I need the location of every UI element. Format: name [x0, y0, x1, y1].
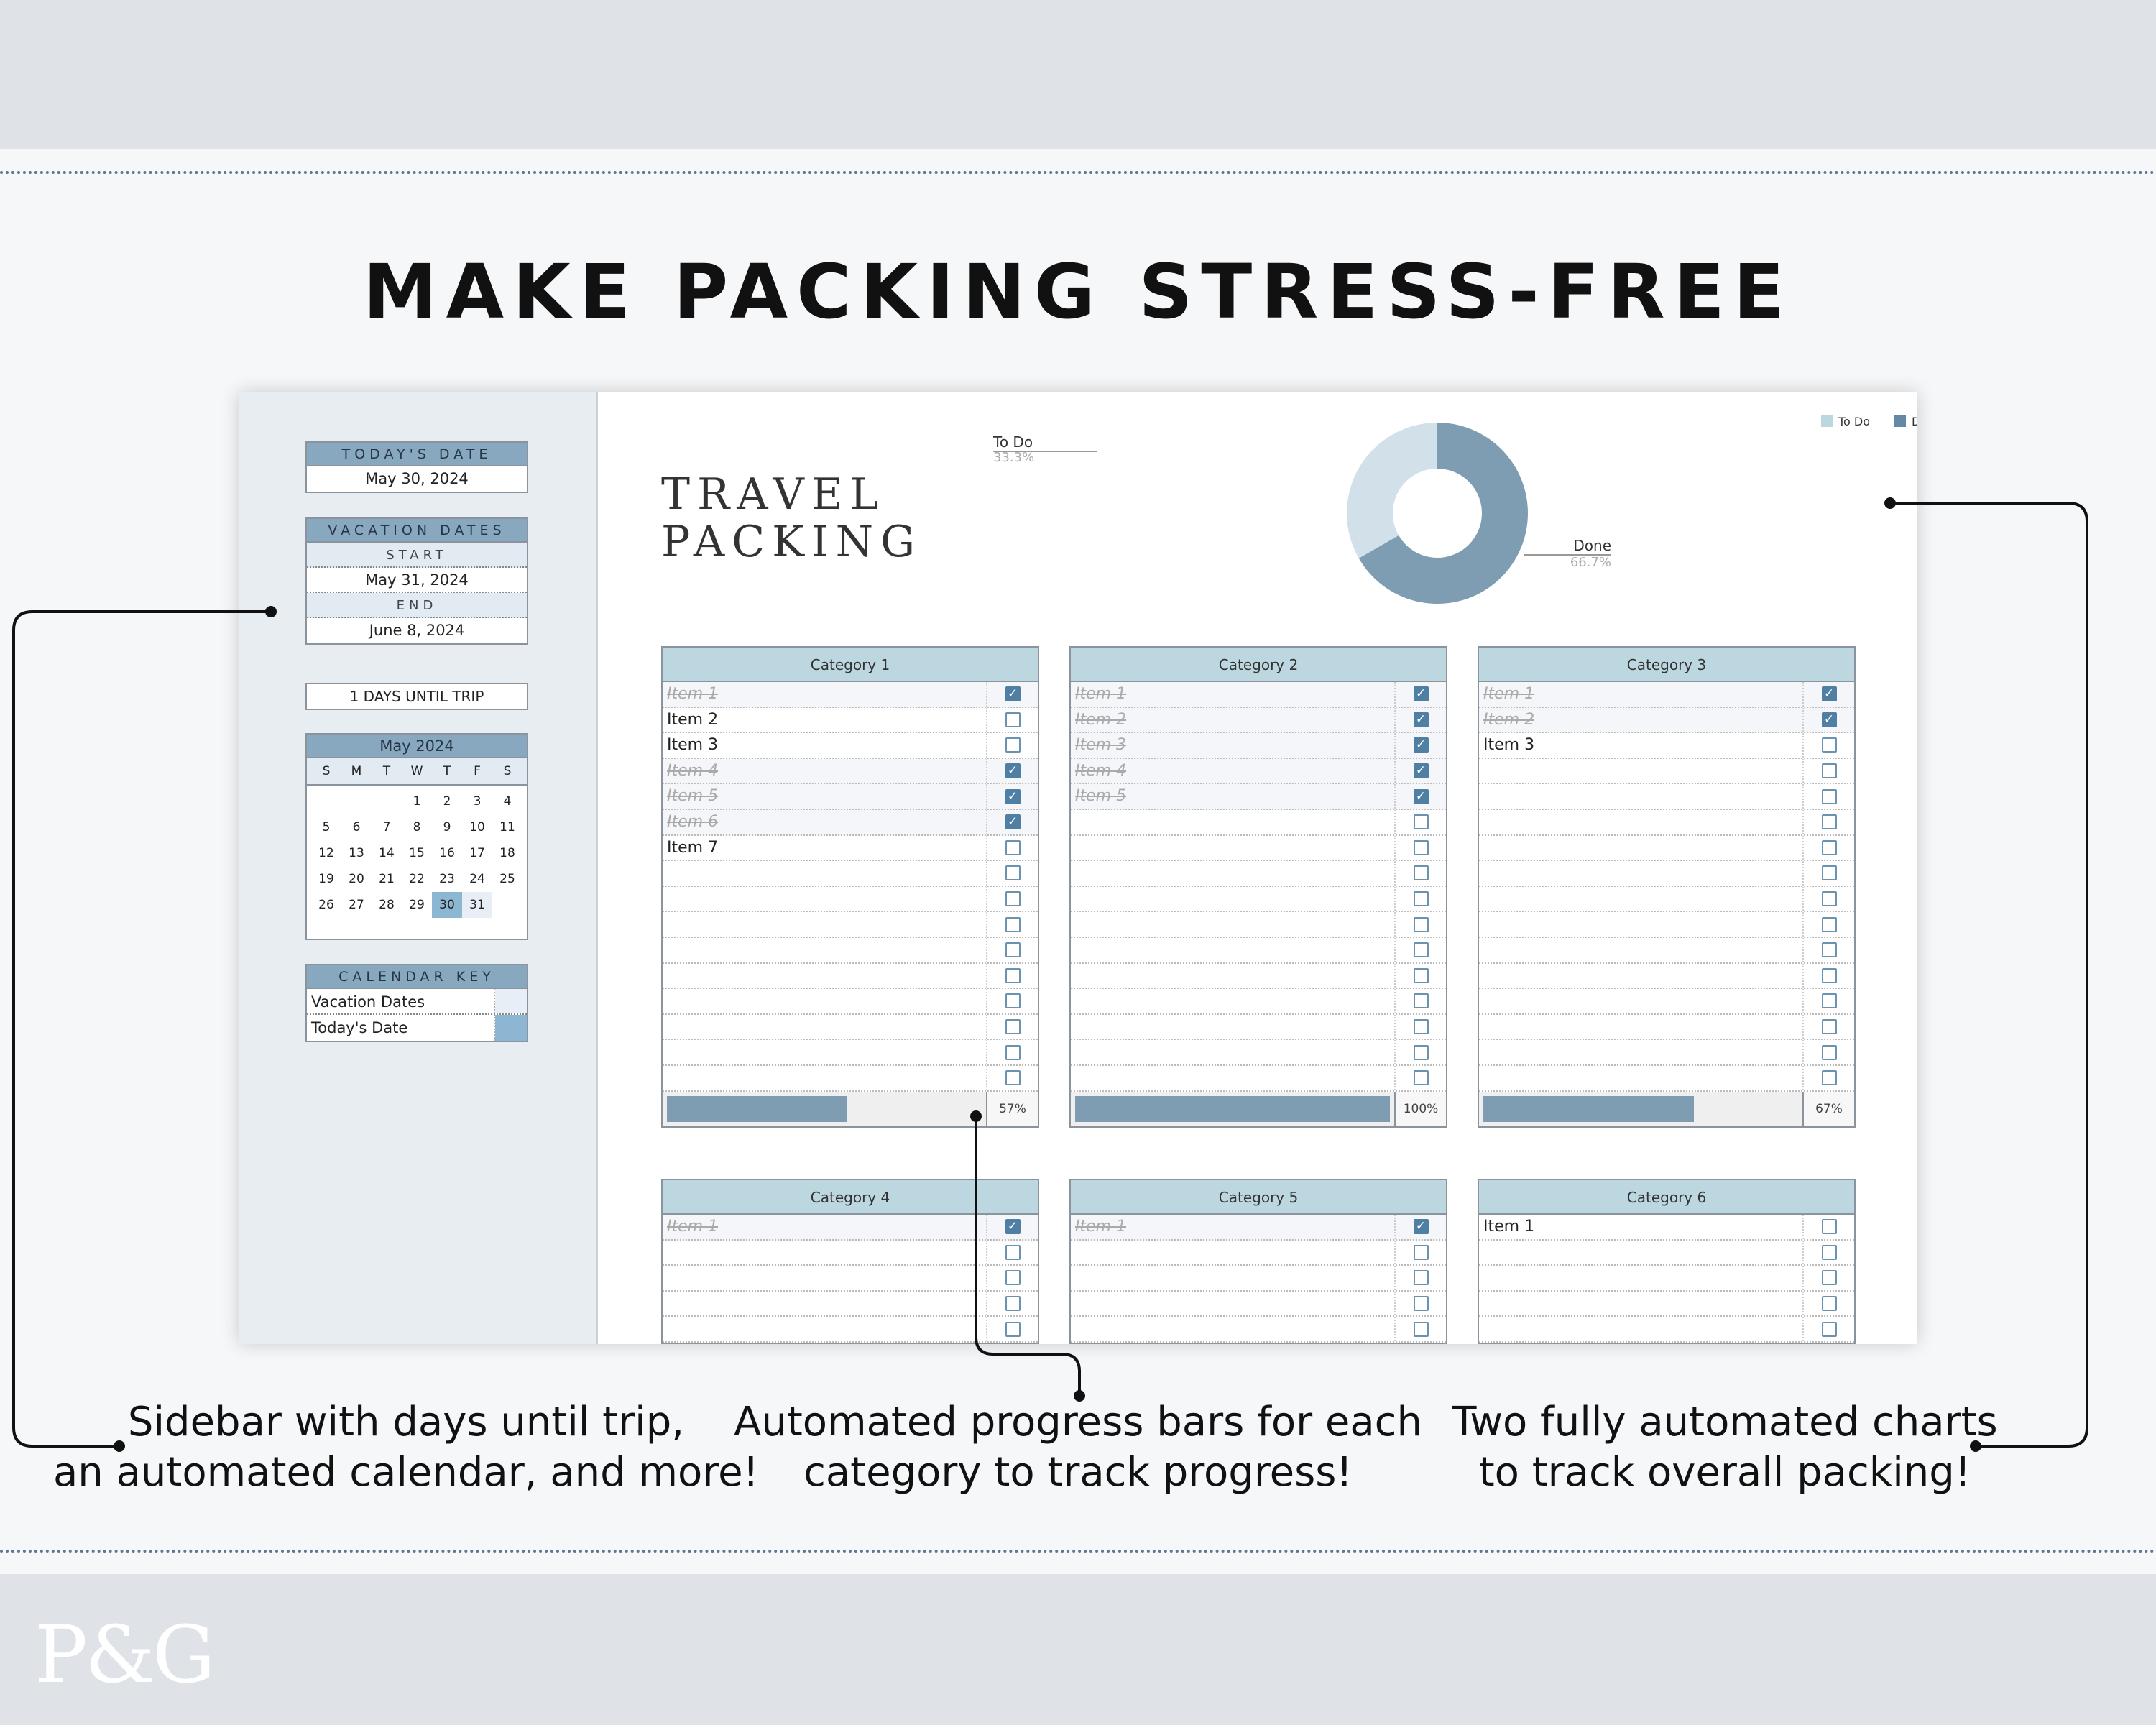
- annotation-line: Two fully automated charts: [1452, 1399, 1998, 1445]
- annotation-line: Automated progress bars for each: [734, 1399, 1422, 1445]
- annotation-progress: Automated progress bars for each category…: [719, 1397, 1437, 1498]
- annotation-sidebar: Sidebar with days until trip, an automate…: [43, 1397, 769, 1498]
- brand-logo: P&G: [34, 1609, 216, 1701]
- annotation-line: Sidebar with days until trip,: [127, 1399, 685, 1445]
- divider: [0, 1550, 2156, 1552]
- annotation-line: category to track progress!: [803, 1449, 1353, 1496]
- annotation-line: an automated calendar, and more!: [52, 1449, 760, 1496]
- annotation-line: to track overall packing!: [1478, 1449, 1971, 1496]
- bottom-band: [0, 1574, 2156, 1725]
- annotation-charts: Two fully automated charts to track overa…: [1409, 1397, 2041, 1498]
